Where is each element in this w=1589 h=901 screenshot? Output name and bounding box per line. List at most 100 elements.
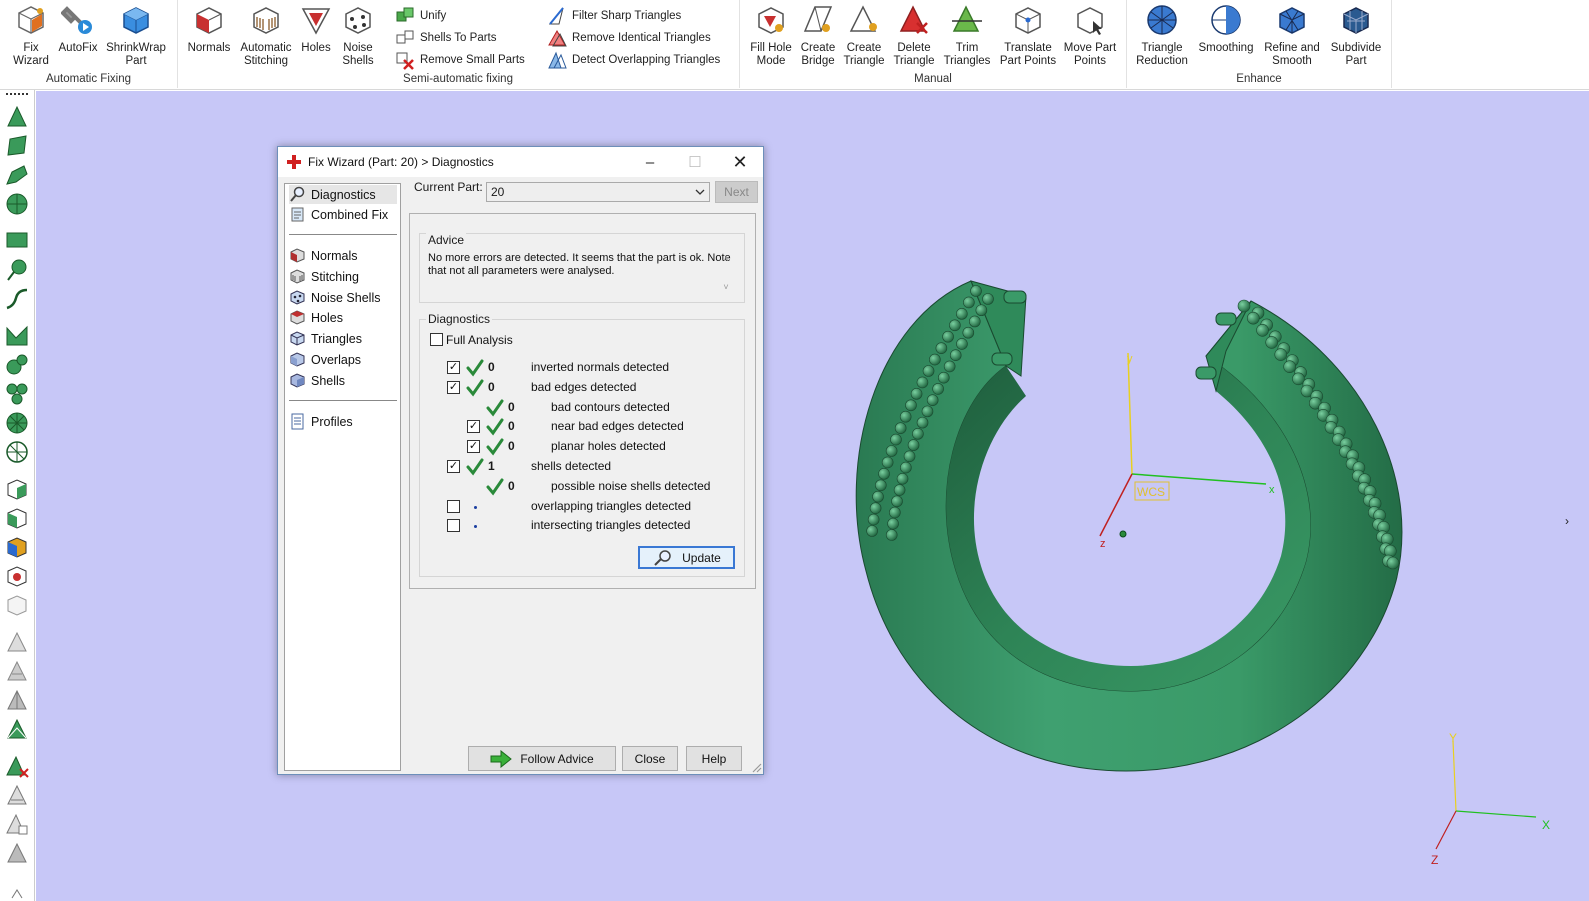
advice-textbox[interactable]: No more errors are detected. It seems th… [428, 252, 734, 300]
mark-surface-tool[interactable] [4, 687, 30, 713]
diagnostic-checkbox[interactable]: ✓ [467, 440, 480, 453]
autofix-button[interactable]: AutoFix [56, 3, 100, 55]
nav-item-stitching[interactable]: Stitching [289, 267, 397, 286]
nav-item-profiles[interactable]: Profiles [289, 412, 397, 431]
shells-to-parts-button[interactable]: Shells To Parts [395, 28, 497, 48]
fix-wizard-button[interactable]: Fix Wizard [10, 3, 52, 68]
nav-item-noise-shells[interactable]: Noise Shells [289, 288, 397, 307]
filter-sharp-triangles-button[interactable]: Filter Sharp Triangles [547, 6, 681, 26]
lasso-select-tool[interactable] [4, 257, 30, 283]
wheel-select-tool[interactable] [4, 410, 30, 436]
fix-wizard-label2: Wizard [13, 55, 49, 67]
diagnostic-checkbox[interactable]: ✓ [467, 420, 480, 433]
fill-hole-mode-button[interactable]: Fill Hole Mode [748, 3, 794, 68]
diagnostic-count: 0 [508, 419, 515, 433]
mark-shell-tool[interactable] [4, 716, 30, 742]
web-select-tool[interactable] [4, 439, 30, 465]
expand-mark-tool[interactable] [4, 811, 30, 837]
delete-triangle-button[interactable]: Delete Triangle [892, 3, 936, 68]
flood-select-tool[interactable] [4, 381, 30, 407]
select-part-shell-tool[interactable] [4, 505, 30, 531]
green-check-icon [466, 359, 484, 377]
diagnostic-checkbox[interactable]: ✓ [447, 381, 460, 394]
normals-button[interactable]: Normals [186, 3, 232, 55]
detect-overlapping-triangles-button[interactable]: Detect Overlapping Triangles [547, 50, 720, 70]
select-shell-tool[interactable] [4, 162, 30, 188]
full-analysis-checkbox[interactable] [430, 333, 443, 346]
select-part-tool[interactable] [4, 476, 30, 502]
select-wire-part-tool[interactable] [4, 592, 30, 618]
toolbar-grip[interactable] [6, 93, 28, 95]
shrinkwrap-part-button[interactable]: ShrinkWrap Part [104, 3, 168, 68]
mark-plane-tool[interactable] [4, 658, 30, 684]
minimize-button[interactable]: – [628, 147, 672, 177]
noise-shells-button[interactable]: Noise Shells [338, 3, 378, 68]
shells-cube-icon [290, 373, 305, 388]
help-button[interactable]: Help [686, 746, 742, 771]
diagnostic-checkbox[interactable] [447, 519, 460, 532]
resize-grip-icon[interactable] [750, 761, 762, 773]
smoothing-button[interactable]: Smoothing [1196, 3, 1256, 55]
nav-item-combined-fix[interactable]: Combined Fix [289, 205, 397, 224]
triangle-reduction-button[interactable]: Triangle Reduction [1134, 3, 1190, 68]
follow-advice-button[interactable]: Follow Advice [468, 746, 616, 771]
create-bridge-button[interactable]: Create Bridge [798, 3, 838, 68]
brush-select-tool[interactable] [4, 352, 30, 378]
nav-item-diagnostics[interactable]: Diagnostics [289, 185, 397, 204]
diagnostic-checkbox[interactable]: ✓ [447, 361, 460, 374]
maximize-button[interactable]: ☐ [673, 147, 717, 177]
normals-icon [196, 7, 222, 34]
more-tools[interactable] [4, 876, 30, 901]
select-triangle-tool[interactable] [4, 104, 30, 130]
mark-triangle-tool[interactable] [4, 629, 30, 655]
select-colored-part-tool[interactable] [4, 534, 30, 560]
fill-hole-label2: Mode [756, 55, 786, 67]
holes-button[interactable]: Holes [298, 3, 334, 55]
scene-canvas[interactable]: y x z WCS Y X Z [36, 91, 1589, 901]
move-part-points-button[interactable]: Move Part Points [1062, 3, 1118, 68]
close-label: Close [634, 751, 666, 766]
next-button[interactable]: Next [715, 181, 758, 203]
automatic-stitching-button[interactable]: Automatic Stitching [238, 3, 294, 68]
select-marked-part-tool[interactable] [4, 563, 30, 589]
select-sphere-tool[interactable] [4, 191, 30, 217]
nav-item-shells[interactable]: Shells [289, 371, 397, 390]
diagnostic-checkbox[interactable]: ✓ [447, 460, 460, 473]
flood-select-icon [6, 383, 28, 405]
shrink-mark-tool[interactable] [4, 840, 30, 866]
current-part-select[interactable]: 20 [486, 182, 710, 202]
create-triangle-button[interactable]: Create Triangle [842, 3, 886, 68]
unmark-icon [6, 755, 29, 778]
nav-item-triangles[interactable]: Triangles [289, 329, 397, 348]
wcs-z-label: z [1100, 538, 1106, 550]
translate-part-points-button[interactable]: Translate Part Points [998, 3, 1058, 68]
create-bridge-icon [803, 6, 833, 32]
trim-triangles-button[interactable]: Trim Triangles [942, 3, 992, 68]
select-surface-tool[interactable] [4, 133, 30, 159]
dialog-titlebar[interactable]: Fix Wizard (Part: 20) > Diagnostics – ☐ … [278, 147, 763, 177]
create-bridge-label1: Create [800, 42, 836, 54]
remove-small-parts-button[interactable]: Remove Small Parts [395, 50, 525, 70]
unify-button[interactable]: Unify [395, 6, 446, 26]
close-button[interactable]: Close [622, 746, 678, 771]
nav-item-normals[interactable]: Normals [289, 246, 397, 265]
rectangle-select-tool[interactable] [4, 228, 30, 254]
plane-select-tool[interactable] [4, 323, 30, 349]
remove-identical-triangles-button[interactable]: Remove Identical Triangles [547, 28, 711, 48]
advice-scrollbar[interactable]: ˄ ˅ [719, 252, 733, 300]
nav-item-overlaps[interactable]: Overlaps [289, 350, 397, 369]
bead-ornament [893, 484, 906, 496]
invert-mark-tool[interactable] [4, 782, 30, 808]
3d-viewport[interactable]: y x z WCS Y X Z [36, 91, 1589, 901]
diagnostic-checkbox[interactable] [447, 500, 460, 513]
expand-right-arrow-icon[interactable]: › [1565, 514, 1569, 528]
subdivide-part-button[interactable]: Subdivide Part [1328, 3, 1384, 68]
unmark-tool[interactable] [4, 753, 30, 779]
nav-item-holes[interactable]: Holes [289, 308, 397, 327]
refine-and-smooth-button[interactable]: Refine and Smooth [1260, 3, 1324, 68]
nav-label: Noise Shells [311, 290, 381, 305]
filter-sharp-triangles-icon [548, 7, 564, 25]
close-window-button[interactable]: ✕ [718, 147, 762, 177]
polyline-select-tool[interactable] [4, 286, 30, 312]
update-button[interactable]: Update [638, 546, 735, 569]
